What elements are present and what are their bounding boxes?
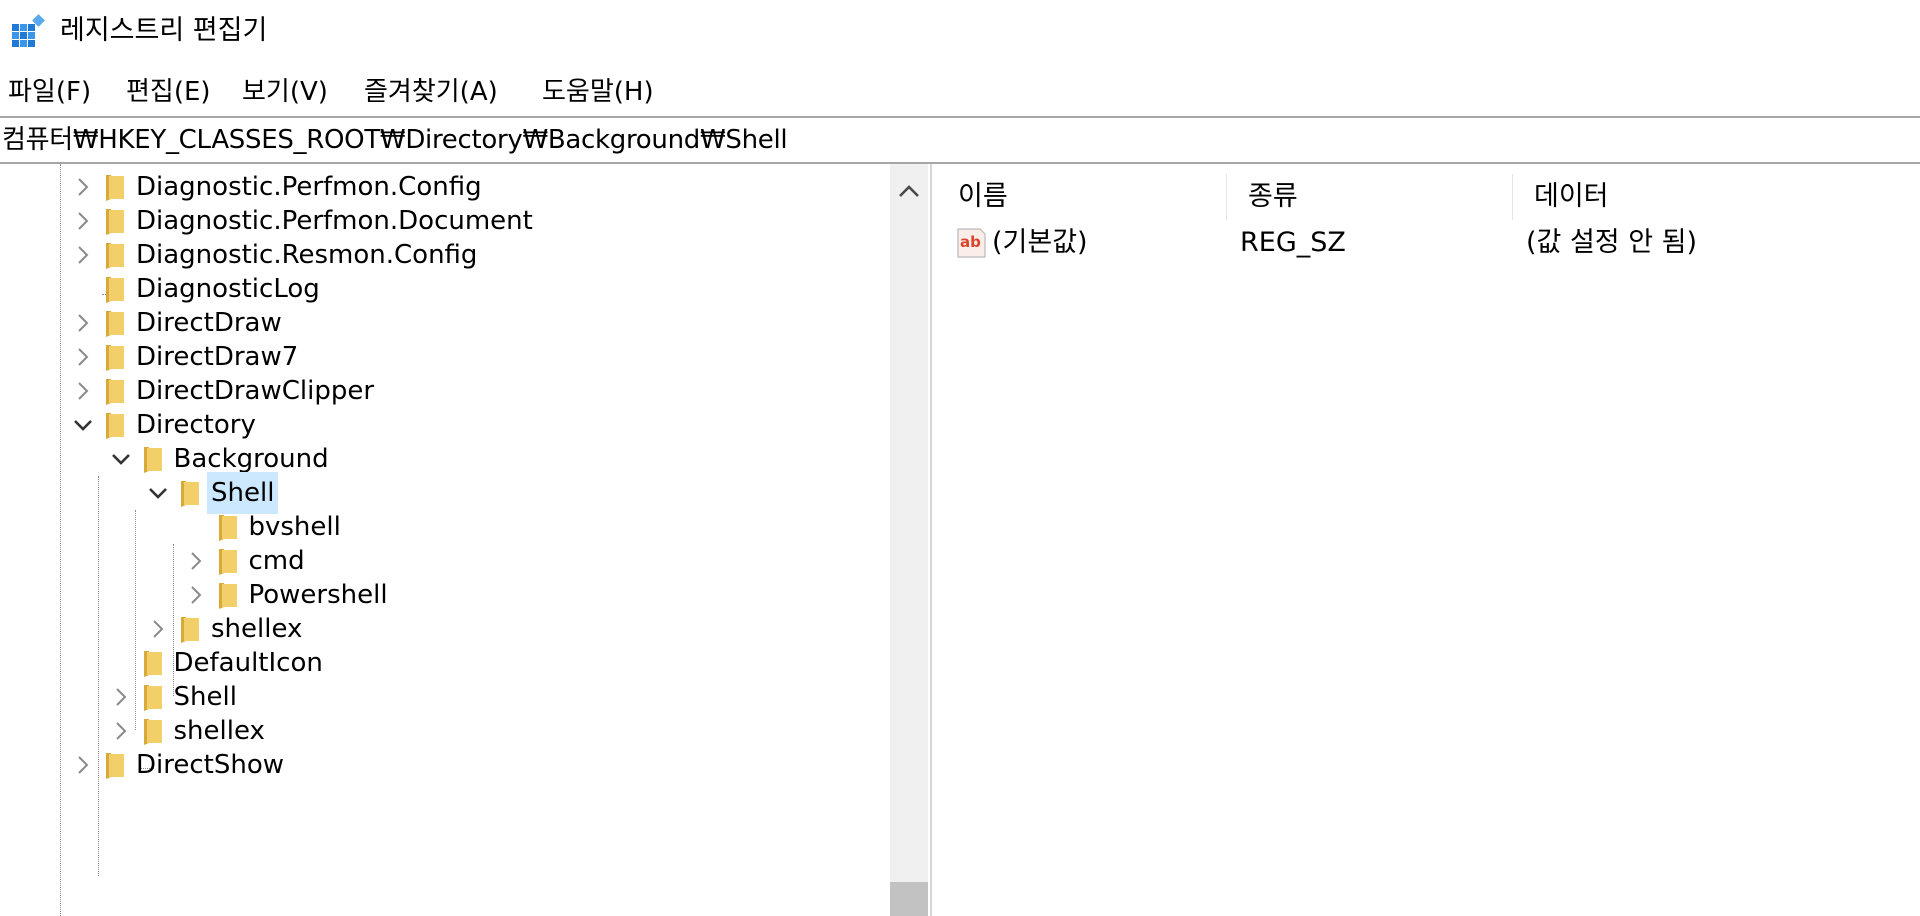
folder-icon: [106, 209, 124, 235]
key-tree[interactable]: Diagnostic.Perfmon.Config Diagnostic.Perf…: [0, 164, 928, 916]
folder-icon: [143, 685, 162, 711]
title-bar: 레지스트리 편집기: [0, 0, 1920, 62]
chevron-right-icon[interactable]: [106, 716, 136, 746]
menu-help[interactable]: 도움말(H): [540, 72, 656, 112]
value-name[interactable]: (기본값): [992, 220, 1088, 266]
folder-icon: [106, 753, 124, 779]
menu-file[interactable]: 파일(F): [6, 72, 93, 112]
folder-icon: [106, 379, 124, 405]
folder-icon: [106, 413, 124, 439]
string-value-icon: ab: [957, 228, 986, 258]
tree-scrollbar[interactable]: [890, 164, 928, 916]
chevron-right-icon[interactable]: [68, 240, 98, 270]
value-list[interactable]: 이름 종류 데이터 ab (기본값) REG_SZ (값 설정 안 됨): [940, 164, 1920, 916]
address-bar[interactable]: 컴퓨터₩HKEY_CLASSES_ROOT₩Directory₩Backgrou…: [0, 116, 1920, 164]
folder-icon: [143, 447, 162, 473]
chevron-right-icon[interactable]: [181, 546, 211, 576]
registry-editor-app-icon: [12, 14, 45, 47]
pane-splitter[interactable]: [930, 164, 936, 916]
column-divider[interactable]: [1512, 174, 1513, 220]
tree-item-label[interactable]: DirectShow: [132, 744, 288, 786]
scrollbar-thumb[interactable]: [890, 882, 928, 916]
window-title: 레지스트리 편집기: [60, 15, 268, 46]
folder-icon: [218, 549, 237, 575]
column-header-type[interactable]: 종류: [1230, 174, 1512, 220]
chevron-down-icon[interactable]: [143, 478, 173, 508]
folder-icon: [181, 481, 199, 507]
tree-item[interactable]: DirectShow: [0, 744, 890, 786]
folder-icon: [106, 345, 124, 371]
folder-icon: [143, 719, 162, 745]
folder-icon: [106, 175, 124, 201]
chevron-right-icon[interactable]: [68, 172, 98, 202]
chevron-right-icon[interactable]: [181, 580, 211, 610]
folder-icon: [181, 617, 199, 643]
menu-view[interactable]: 보기(V): [240, 72, 330, 112]
chevron-right-icon[interactable]: [143, 614, 173, 644]
folder-icon: [106, 277, 124, 303]
folder-icon: [106, 311, 124, 337]
chevron-right-icon[interactable]: [68, 750, 98, 780]
column-header-name[interactable]: 이름: [940, 174, 1226, 220]
chevron-down-icon[interactable]: [106, 444, 136, 474]
menu-favorites[interactable]: 즐겨찾기(A): [362, 72, 500, 112]
chevron-right-icon[interactable]: [68, 342, 98, 372]
chevron-right-icon[interactable]: [68, 376, 98, 406]
value-type: REG_SZ: [1240, 227, 1346, 258]
folder-icon: [143, 651, 162, 677]
column-divider[interactable]: [1226, 174, 1227, 220]
address-path[interactable]: 컴퓨터₩HKEY_CLASSES_ROOT₩Directory₩Backgrou…: [2, 118, 788, 162]
menu-edit[interactable]: 편집(E): [124, 72, 213, 112]
folder-icon: [218, 583, 237, 609]
chevron-right-icon[interactable]: [68, 308, 98, 338]
chevron-right-icon[interactable]: [106, 682, 136, 712]
svg-text:ab: ab: [960, 233, 981, 251]
menu-bar: 파일(F) 편집(E) 보기(V) 즐겨찾기(A) 도움말(H): [0, 72, 1920, 112]
chevron-down-icon[interactable]: [68, 410, 98, 440]
chevron-right-icon[interactable]: [68, 206, 98, 236]
folder-icon: [218, 515, 237, 541]
value-data: (값 설정 안 됨): [1526, 227, 1698, 258]
value-row[interactable]: ab (기본값) REG_SZ (값 설정 안 됨): [940, 220, 1920, 266]
scroll-up-chevron-icon[interactable]: [890, 174, 928, 210]
column-header-data[interactable]: 데이터: [1516, 174, 1916, 220]
folder-icon: [106, 243, 124, 269]
